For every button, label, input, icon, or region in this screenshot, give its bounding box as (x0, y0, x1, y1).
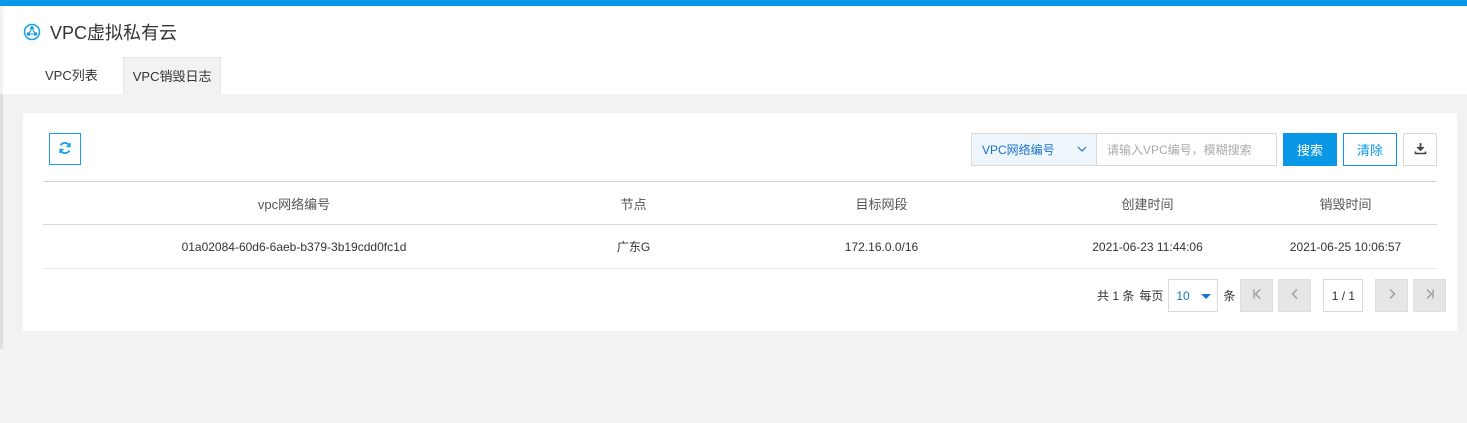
page-indicator: 1 / 1 (1323, 279, 1364, 312)
refresh-button[interactable] (49, 133, 81, 165)
vpc-network-icon (23, 23, 41, 41)
chevron-left-icon (1289, 288, 1301, 303)
unit-label: 条 (1223, 289, 1236, 303)
cell-node: 广东G (545, 224, 722, 269)
column-header-target-cidr: 目标网段 (722, 181, 1041, 225)
page-size-select[interactable]: 10 (1168, 279, 1219, 312)
prev-page-button[interactable] (1278, 279, 1312, 312)
page-header: VPC虚拟私有云 VPC列表 VPC销毁日志 (3, 6, 1467, 94)
table-row: 01a02084-60d6-6aeb-b379-3b19cdd0fc1d 广东G… (43, 224, 1437, 269)
download-icon (1414, 142, 1427, 158)
clear-button[interactable]: 清除 (1343, 133, 1397, 166)
tab-vpc-destroy-log[interactable]: VPC销毁日志 (122, 57, 222, 94)
search-button[interactable]: 搜索 (1283, 133, 1337, 166)
next-page-button[interactable] (1375, 279, 1409, 312)
search-input[interactable] (1096, 133, 1277, 166)
per-page-label: 每页 (1139, 289, 1164, 303)
tab-vpc-list[interactable]: VPC列表 (30, 57, 113, 94)
column-header-destroy-time: 销毁时间 (1254, 181, 1437, 225)
chevron-right-icon (1386, 288, 1398, 303)
destroy-log-table: vpc网络编号 节点 目标网段 创建时间 销毁时间 01a02084-60d6-… (43, 181, 1437, 269)
download-button[interactable] (1403, 133, 1437, 166)
cell-vpc-id: 01a02084-60d6-6aeb-b379-3b19cdd0fc1d (43, 224, 545, 269)
page-title: VPC虚拟私有云 (50, 23, 178, 43)
search-field-value: VPC网络编号 (982, 143, 1055, 157)
first-page-button[interactable] (1240, 279, 1274, 312)
search-field-select[interactable]: VPC网络编号 (971, 133, 1097, 166)
last-page-button[interactable] (1413, 279, 1447, 312)
last-page-icon (1424, 288, 1436, 303)
column-header-vpc-id: vpc网络编号 (43, 181, 545, 225)
left-edge-divider (0, 94, 3, 349)
chevron-down-icon (1076, 143, 1088, 158)
column-header-node: 节点 (545, 181, 722, 225)
refresh-icon (58, 141, 72, 158)
table-header-row: vpc网络编号 节点 目标网段 创建时间 销毁时间 (43, 181, 1437, 225)
first-page-icon (1251, 288, 1263, 303)
caret-down-icon (1201, 294, 1212, 299)
tab-bar: VPC列表 VPC销毁日志 (30, 57, 222, 94)
column-header-create-time: 创建时间 (1041, 181, 1254, 225)
page-title-row: VPC虚拟私有云 (23, 20, 177, 44)
log-panel: VPC网络编号 搜索 清除 vpc网络编号 节点 目标网段 创建时间 销毁时间 (23, 113, 1457, 331)
page-size-value: 10 (1176, 288, 1190, 303)
cell-target-cidr: 172.16.0.0/16 (722, 224, 1041, 269)
cell-create-time: 2021-06-23 11:44:06 (1041, 224, 1254, 269)
total-count: 共 1 条 (1097, 289, 1135, 303)
cell-destroy-time: 2021-06-25 10:06:57 (1254, 224, 1437, 269)
pagination: 共 1 条 每页 10 条 1 / 1 (1097, 279, 1447, 312)
